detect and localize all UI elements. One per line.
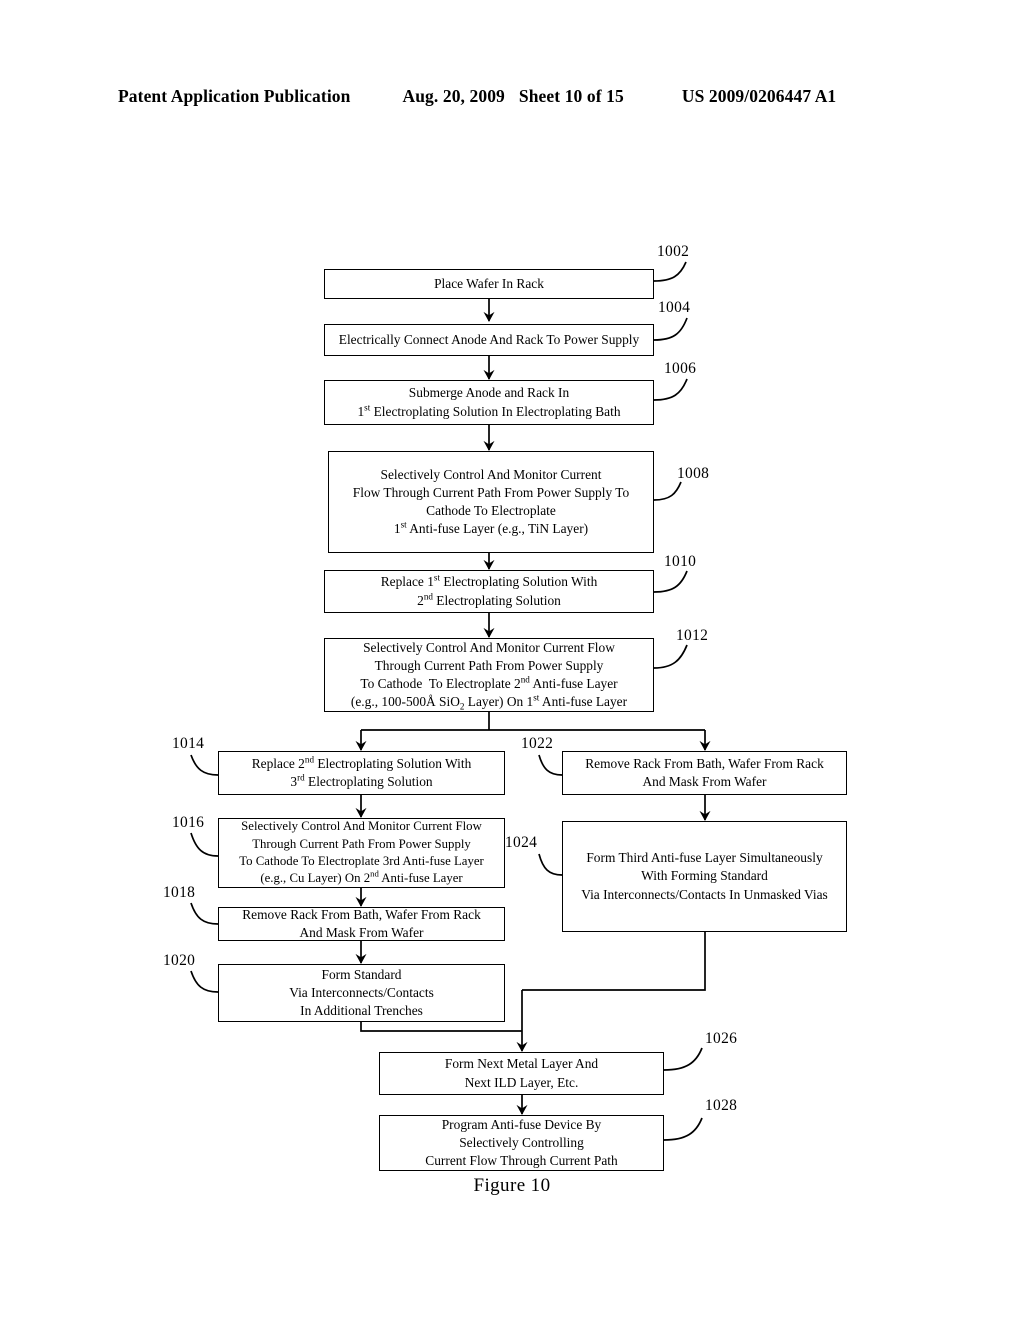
flow-box-1026[interactable]: Form Next Metal Layer And Next ILD Layer… — [379, 1052, 664, 1095]
flow-box-1010-line-0: Replace 1st Electroplating Solution With — [380, 572, 598, 590]
flow-box-1028-line-0: Program Anti-fuse Device By — [441, 1116, 602, 1132]
flow-box-1014-line-0: Replace 2nd Electroplating Solution With — [251, 754, 472, 771]
flow-box-1008-line-1: Flow Through Current Path From Power Sup… — [352, 484, 630, 500]
page-header: Patent Application Publication Aug. 20, … — [118, 86, 908, 107]
flow-box-1014-line-1: 3rd Electroplating Solution — [290, 772, 433, 789]
reference-numeral-1014: 1014 — [172, 735, 205, 752]
flow-box-1020-line-0: Form Standard — [321, 966, 402, 982]
flow-box-1008-line-3: 1st Anti-fuse Layer (e.g., TiN Layer) — [393, 519, 589, 537]
flow-box-1028-line-1: Selectively Controlling — [459, 1134, 584, 1150]
flow-box-1012-line-3: (e.g., 100-500Å SiO2 Layer) On 1st Anti-… — [350, 692, 628, 712]
patent-figure-sheet: Patent Application Publication Aug. 20, … — [0, 0, 1024, 1320]
reference-numeral-1016: 1016 — [172, 814, 205, 831]
reference-numeral-1006: 1006 — [664, 360, 697, 377]
figure-caption: Figure 10 — [473, 1175, 551, 1196]
flow-box-1012-line-2: To Cathode To Electroplate 2nd Anti-fuse… — [360, 674, 618, 691]
flow-box-1012[interactable]: Selectively Control And Monitor Current … — [324, 638, 654, 712]
flow-box-1012-line-0: Selectively Control And Monitor Current … — [363, 639, 615, 655]
header-sheet-number: Sheet 10 of 15 — [518, 86, 624, 106]
flow-box-1022-line-1: And Mask From Wafer — [642, 774, 767, 789]
reference-numeral-1004: 1004 — [658, 299, 691, 316]
flow-box-1020-line-2: In Additional Trenches — [300, 1003, 423, 1019]
reference-numeral-1012: 1012 — [676, 627, 709, 644]
flow-box-1028[interactable]: Program Anti-fuse Device By Selectively … — [379, 1115, 664, 1171]
reference-numeral-1002: 1002 — [657, 243, 690, 260]
flow-box-1026-line-1: Next ILD Layer, Etc. — [464, 1074, 579, 1090]
flow-box-1018-line-0: Remove Rack From Bath, Wafer From Rack — [242, 906, 481, 922]
flow-box-1004[interactable]: Electrically Connect Anode And Rack To P… — [324, 324, 654, 356]
flow-box-1024[interactable]: Form Third Anti-fuse Layer Simultaneousl… — [562, 821, 847, 932]
flow-box-1022[interactable]: Remove Rack From Bath, Wafer From Rack A… — [562, 751, 847, 795]
flow-box-1012-line-1: Through Current Path From Power Supply — [374, 657, 604, 673]
reference-numeral-1026: 1026 — [705, 1030, 738, 1047]
flow-box-1024-line-1: With Forming Standard — [641, 868, 768, 884]
flow-box-1022-line-0: Remove Rack From Bath, Wafer From Rack — [585, 755, 824, 771]
flow-box-1024-line-2: Via Interconnects/Contacts In Unmasked V… — [581, 886, 828, 902]
flow-box-1020-line-1: Via Interconnects/Contacts — [289, 984, 434, 1000]
reference-numeral-1020: 1020 — [163, 952, 196, 969]
flow-box-1002-line-0: Place Wafer In Rack — [434, 275, 544, 291]
header-patent-number: US 2009/0206447 A1 — [681, 86, 837, 106]
flow-box-1002[interactable]: Place Wafer In Rack — [324, 269, 654, 299]
flow-box-1010[interactable]: Replace 1st Electroplating Solution With… — [324, 570, 654, 613]
flow-box-1010-line-1: 2nd Electroplating Solution — [417, 591, 561, 608]
reference-numeral-1024: 1024 — [505, 834, 538, 851]
flow-box-1004-line-0: Electrically Connect Anode And Rack To P… — [338, 331, 640, 347]
flow-box-1026-line-0: Form Next Metal Layer And — [444, 1056, 599, 1072]
flow-box-1016-line-2: To Cathode To Electroplate 3rd Anti-fuse… — [239, 854, 484, 868]
flow-box-1006[interactable]: Submerge Anode and Rack In 1st Electropl… — [324, 380, 654, 425]
flow-box-1008-line-0: Selectively Control And Monitor Current — [380, 466, 602, 482]
flow-box-1028-line-2: Current Flow Through Current Path — [425, 1153, 618, 1169]
flow-box-1008[interactable]: Selectively Control And Monitor Current … — [328, 451, 654, 553]
flow-box-1024-line-0: Form Third Anti-fuse Layer Simultaneousl… — [586, 850, 823, 866]
reference-numeral-1022: 1022 — [521, 735, 554, 752]
flow-box-1018[interactable]: Remove Rack From Bath, Wafer From Rack A… — [218, 907, 505, 941]
flow-box-1016-line-1: Through Current Path From Power Supply — [252, 836, 471, 851]
flow-box-1008-line-2: Cathode To Electroplate — [426, 503, 556, 518]
flow-box-1018-line-1: And Mask From Wafer — [299, 925, 424, 940]
flow-box-1016-line-3: (e.g., Cu Layer) On 2nd Anti-fuse Layer — [260, 869, 463, 886]
header-publication-title: Patent Application Publication — [118, 86, 351, 106]
flow-box-1020[interactable]: Form Standard Via Interconnects/Contacts… — [218, 964, 505, 1022]
flow-box-1006-line-0: Submerge Anode and Rack In — [408, 385, 570, 401]
reference-numeral-1010: 1010 — [664, 553, 697, 570]
flow-box-1016[interactable]: Selectively Control And Monitor Current … — [218, 818, 505, 888]
flow-box-1016-line-0: Selectively Control And Monitor Current … — [241, 819, 482, 834]
reference-numeral-1018: 1018 — [163, 884, 196, 901]
reference-numeral-1008: 1008 — [677, 465, 710, 482]
header-publication-date: Aug. 20, 2009 — [402, 86, 505, 106]
reference-numeral-1028: 1028 — [705, 1097, 738, 1114]
flow-box-1014[interactable]: Replace 2nd Electroplating Solution With… — [218, 751, 505, 795]
flow-box-1006-line-1: 1st Electroplating Solution In Electropl… — [357, 402, 621, 419]
